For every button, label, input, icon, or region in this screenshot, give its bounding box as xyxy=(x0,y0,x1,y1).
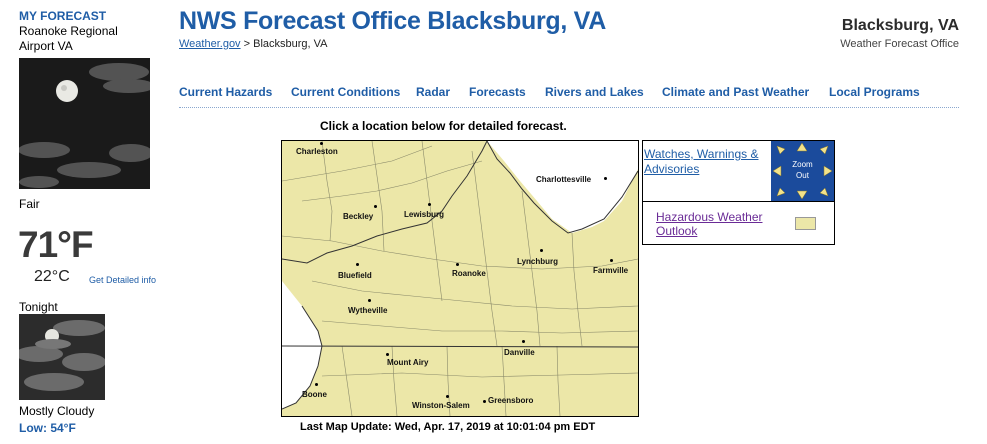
map-city-charlottesville[interactable]: Charlottesville xyxy=(536,175,591,184)
map-city-marker xyxy=(610,259,613,262)
map-city-wytheville[interactable]: Wytheville xyxy=(348,306,387,315)
map-city-charleston[interactable]: Charleston xyxy=(296,147,338,156)
map-city-marker xyxy=(428,203,431,206)
nav-climate-and-past-weather[interactable]: Climate and Past Weather xyxy=(662,85,809,99)
current-weather-image xyxy=(19,58,150,189)
map-city-mount-airy[interactable]: Mount Airy xyxy=(387,358,428,367)
hazardous-weather-outlook-link[interactable]: Hazardous Weather Outlook xyxy=(656,210,786,238)
map-city-marker xyxy=(456,263,459,266)
nav-current-conditions[interactable]: Current Conditions xyxy=(291,85,400,99)
my-forecast-label: MY FORECAST xyxy=(19,9,107,23)
tonight-weather-image xyxy=(19,314,105,400)
zoom-out-label: Zoom Out xyxy=(792,160,813,180)
map-city-farmville[interactable]: Farmville xyxy=(593,266,628,275)
breadcrumb-separator: > xyxy=(243,38,251,50)
map-city-marker xyxy=(483,400,486,403)
map-prompt: Click a location below for detailed fore… xyxy=(320,119,567,133)
tonight-label: Tonight xyxy=(19,300,58,314)
forecast-location: Roanoke Regional Airport VA xyxy=(19,24,118,53)
map-city-marker xyxy=(386,353,389,356)
temperature-f: 71°F xyxy=(18,224,94,265)
map-city-marker xyxy=(320,142,323,145)
nav-radar[interactable]: Radar xyxy=(416,85,450,99)
map-city-marker xyxy=(604,177,607,180)
map-city-bluefield[interactable]: Bluefield xyxy=(338,271,372,280)
map-city-marker xyxy=(540,249,543,252)
last-map-update: Last Map Update: Wed, Apr. 17, 2019 at 1… xyxy=(300,421,596,433)
map-city-lynchburg[interactable]: Lynchburg xyxy=(517,257,558,266)
nav-rivers-and-lakes[interactable]: Rivers and Lakes xyxy=(545,85,644,99)
map-city-marker xyxy=(522,340,525,343)
map-city-lewisburg[interactable]: Lewisburg xyxy=(404,210,444,219)
nav-forecasts[interactable]: Forecasts xyxy=(469,85,526,99)
hwo-color-swatch xyxy=(795,217,816,230)
tonight-low: Low: 54°F xyxy=(19,421,76,435)
map-city-greensboro[interactable]: Greensboro xyxy=(488,396,533,405)
temperature-c: 22°C xyxy=(34,268,70,285)
nav-local-programs[interactable]: Local Programs xyxy=(829,85,920,99)
map-city-marker xyxy=(315,383,318,386)
page-title: NWS Forecast Office Blacksburg, VA xyxy=(179,7,606,35)
breadcrumb-weather-gov-link[interactable]: Weather.gov xyxy=(179,38,241,50)
nav-current-hazards[interactable]: Current Hazards xyxy=(179,85,272,99)
detailed-info-link[interactable]: Get Detailed info xyxy=(89,275,156,285)
moon-cloud-icon xyxy=(19,58,150,189)
map-city-danville[interactable]: Danville xyxy=(504,348,535,357)
map-city-marker xyxy=(374,205,377,208)
map-city-marker xyxy=(368,299,371,302)
map-legend: Watches, Warnings & Advisories Zoom Out … xyxy=(642,140,835,245)
office-city: Blacksburg, VA xyxy=(841,17,959,34)
tonight-condition: Mostly Cloudy xyxy=(19,404,95,418)
office-subtitle: Weather Forecast Office xyxy=(840,38,959,50)
map-city-winston-salem[interactable]: Winston-Salem xyxy=(412,401,470,410)
current-condition: Fair xyxy=(19,197,40,211)
map-city-marker xyxy=(446,395,449,398)
map-city-roanoke[interactable]: Roanoke xyxy=(452,269,486,278)
map-city-beckley[interactable]: Beckley xyxy=(343,212,373,221)
zoom-out-button[interactable]: Zoom Out xyxy=(771,141,834,201)
map-city-marker xyxy=(356,263,359,266)
moon-cloud-tonight-icon xyxy=(19,314,105,400)
watches-warnings-advisories-link[interactable]: Watches, Warnings & Advisories xyxy=(644,147,764,177)
main-nav: Current Hazards Current Conditions Radar… xyxy=(179,85,959,108)
breadcrumb: Weather.gov > Blacksburg, VA xyxy=(179,38,328,50)
breadcrumb-current: Blacksburg, VA xyxy=(253,38,328,50)
forecast-map[interactable]: Charleston Beckley Lewisburg Charlottesv… xyxy=(281,140,639,417)
map-city-boone[interactable]: Boone xyxy=(302,390,327,399)
